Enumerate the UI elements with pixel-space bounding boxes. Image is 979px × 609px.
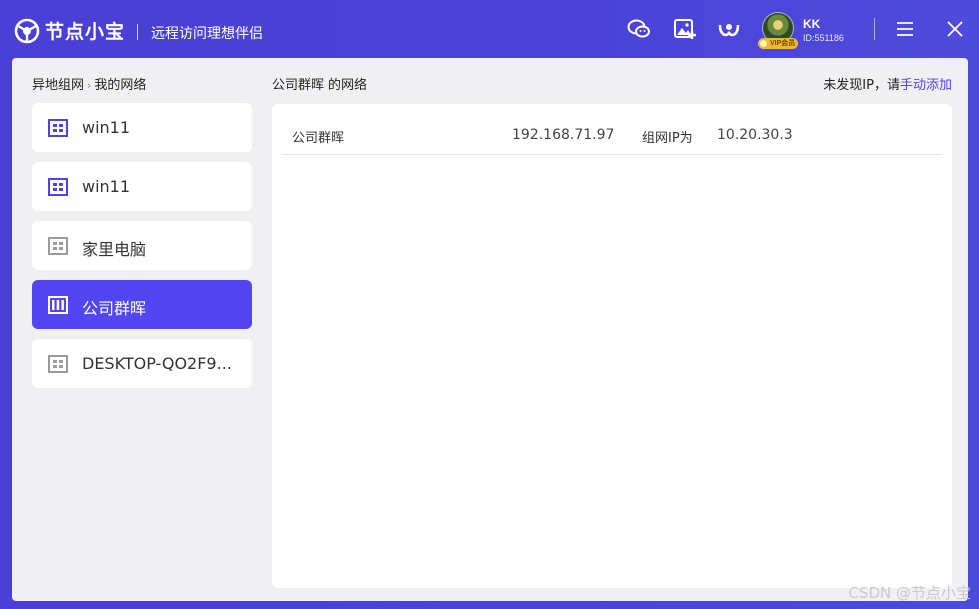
row-device-name: 公司群晖 bbox=[292, 131, 345, 146]
watermark: CSDN @节点小宝 bbox=[848, 584, 971, 602]
breadcrumb-current: 我的网络 bbox=[94, 78, 147, 93]
windows-icon bbox=[48, 237, 68, 255]
network-owner: 公司群晖 bbox=[272, 78, 325, 93]
network-suffix: 的网络 bbox=[328, 78, 368, 93]
device-label: DESKTOP-QO2F9... bbox=[82, 354, 232, 373]
device-label: win11 bbox=[82, 118, 131, 137]
image-add-icon[interactable] bbox=[673, 17, 697, 41]
network-list: 公司群晖 192.168.71.97 组网IP为 10.20.30.3 bbox=[272, 104, 952, 588]
app-name: 节点小宝 bbox=[45, 21, 126, 43]
app-logo: 节点小宝 bbox=[14, 17, 125, 44]
user-id: ID:551186 bbox=[803, 33, 844, 43]
row-lan-ip: 192.168.71.97 bbox=[512, 127, 615, 143]
windows-icon bbox=[48, 119, 68, 137]
device-item-desktop[interactable]: DESKTOP-QO2F9... bbox=[32, 339, 252, 388]
menu-icon[interactable] bbox=[893, 17, 917, 41]
device-label: 公司群晖 bbox=[82, 299, 147, 318]
row-vip-label: 组网IP为 bbox=[642, 131, 693, 146]
title-bar: 节点小宝 远程访问理想伴侣 VIP会员 KK ID:551186 bbox=[0, 0, 979, 58]
device-item-win11-2[interactable]: win11 bbox=[32, 162, 252, 211]
vip-badge: VIP会员 bbox=[758, 38, 799, 49]
breadcrumb: 异地组网 › 我的网络 bbox=[32, 74, 146, 93]
ip-not-found-hint: 未发现IP，请手动添加 bbox=[823, 74, 952, 93]
title-divider bbox=[137, 24, 138, 40]
table-row[interactable]: 公司群晖 192.168.71.97 组网IP为 10.20.30.3 bbox=[282, 118, 942, 155]
breadcrumb-separator: › bbox=[87, 79, 92, 92]
manual-add-link[interactable]: 手动添加 bbox=[900, 78, 952, 93]
nas-icon bbox=[48, 296, 68, 314]
toolbar-divider bbox=[874, 18, 875, 40]
logo-icon bbox=[14, 18, 40, 43]
windows-icon bbox=[48, 355, 68, 373]
user-name[interactable]: KK bbox=[803, 17, 820, 31]
brand-icon[interactable] bbox=[717, 17, 741, 41]
content-panel: 异地组网 › 我的网络 win11 win11 家里电脑 公司群晖 DESKTO… bbox=[12, 58, 968, 601]
device-item-home-pc[interactable]: 家里电脑 bbox=[32, 221, 252, 270]
device-label: 家里电脑 bbox=[82, 240, 147, 259]
device-item-win11[interactable]: win11 bbox=[32, 103, 252, 152]
row-virtual-ip: 10.20.30.3 bbox=[717, 127, 793, 143]
network-title: 公司群晖 的网络 bbox=[272, 74, 367, 93]
device-item-company-nas[interactable]: 公司群晖 bbox=[32, 280, 252, 329]
breadcrumb-root[interactable]: 异地组网 bbox=[32, 78, 84, 93]
windows-icon bbox=[48, 178, 68, 196]
wechat-icon[interactable] bbox=[627, 17, 651, 41]
app-slogan: 远程访问理想伴侣 bbox=[151, 26, 263, 42]
close-icon[interactable] bbox=[943, 17, 967, 41]
device-label: win11 bbox=[82, 177, 131, 196]
notfound-text: 未发现IP，请 bbox=[823, 78, 900, 93]
